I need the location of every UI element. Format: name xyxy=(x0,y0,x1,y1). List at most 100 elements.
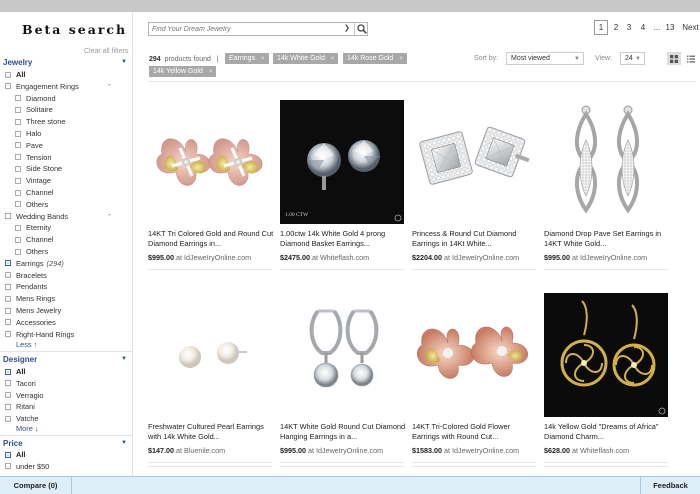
filter-chip-14k-rose-gold[interactable]: 14k Rose Gold × xyxy=(343,53,407,64)
checkbox[interactable] xyxy=(5,272,11,279)
sort-select[interactable]: Most viewed ▼ xyxy=(506,52,584,65)
facet-title-price[interactable]: Price xyxy=(3,439,23,448)
facet-item-all[interactable]: All xyxy=(5,366,25,377)
feedback-button[interactable]: Feedback xyxy=(640,477,700,494)
checkbox[interactable] xyxy=(15,106,21,113)
checkbox[interactable] xyxy=(5,403,11,410)
product-image-pearl-studs[interactable] xyxy=(148,293,272,417)
facet-item-earrings[interactable]: Earrings (294) xyxy=(5,258,64,269)
product-image-hoop-drop-earrings[interactable] xyxy=(280,293,404,417)
clear-all-filters-link[interactable]: Clear all filters xyxy=(84,48,128,55)
remove-icon[interactable]: × xyxy=(261,56,265,62)
filter-chip-earrings[interactable]: Earrings × xyxy=(225,53,269,64)
checkbox[interactable] xyxy=(5,83,11,90)
page-link[interactable]: 4 xyxy=(638,20,648,35)
facet-item-channel[interactable]: Channel xyxy=(15,187,54,198)
checkbox[interactable] xyxy=(5,295,11,302)
checkbox[interactable] xyxy=(15,154,21,161)
facet-item-all[interactable]: All xyxy=(5,449,25,460)
checkbox[interactable] xyxy=(5,213,11,220)
checkbox[interactable] xyxy=(15,142,21,149)
checkbox[interactable] xyxy=(5,283,11,290)
checkbox[interactable] xyxy=(15,95,21,102)
product-title[interactable]: 14KT White Gold Round Cut Diamond Hangin… xyxy=(280,422,406,442)
checkbox[interactable] xyxy=(15,201,21,208)
facet-item-wedding-bands[interactable]: Wedding Bands xyxy=(5,211,68,222)
filter-chip-14k-yellow-gold[interactable]: 14k Yellow Gold × xyxy=(149,66,217,77)
checkbox[interactable] xyxy=(5,380,11,387)
product-card[interactable]: 14KT Tri Colored Gold and Round Cut Diam… xyxy=(148,100,274,270)
facet-item-diamond[interactable]: Diamond xyxy=(15,93,56,104)
checkbox[interactable] xyxy=(15,165,21,172)
product-card[interactable]: Diamond Drop Pave Set Earrings in 14KT W… xyxy=(544,100,670,270)
next-page-link[interactable]: Next xyxy=(681,20,700,35)
product-title[interactable]: 14KT Tri-Colored Gold Flower Earrings wi… xyxy=(412,422,538,442)
product-image-drop-pave-earrings[interactable] xyxy=(544,100,668,224)
page-link[interactable]: ... xyxy=(652,20,662,35)
remove-icon[interactable]: × xyxy=(331,56,335,62)
page-link[interactable]: 1 xyxy=(594,20,608,35)
checkbox[interactable] xyxy=(5,415,11,422)
checkbox[interactable] xyxy=(5,463,11,470)
product-card[interactable]: 14k Yellow Gold "Dreams of Africa" Diamo… xyxy=(544,293,670,463)
checkbox[interactable] xyxy=(5,260,11,267)
facet-title-designer[interactable]: Designer xyxy=(3,355,37,364)
product-image-diamond-studs-black[interactable]: 1.00 CTW xyxy=(280,100,404,224)
checkbox[interactable] xyxy=(15,130,21,137)
facet-item-accessories[interactable]: Accessories xyxy=(5,317,56,328)
checkbox[interactable] xyxy=(5,392,11,399)
checkbox[interactable] xyxy=(15,236,21,243)
product-title[interactable]: Diamond Drop Pave Set Earrings in 14KT W… xyxy=(544,229,670,249)
product-card[interactable]: Princess & Round Cut Diamond Earrings in… xyxy=(412,100,538,270)
product-card[interactable]: 14KT Tri-Colored Gold Flower Earrings wi… xyxy=(412,293,538,463)
facet-item-vintage[interactable]: Vintage xyxy=(15,175,51,186)
more-link[interactable]: More ↓ xyxy=(16,424,39,433)
product-card[interactable]: 14KT White Gold Round Cut Diamond Hangin… xyxy=(280,293,406,463)
product-card[interactable]: 1.00 CTW 1.00ctw 14k White Gold 4 prong D… xyxy=(280,100,406,270)
search-input[interactable] xyxy=(152,24,347,35)
facet-item-all[interactable]: All xyxy=(5,69,25,80)
facet-item-mens-rings[interactable]: Mens Rings xyxy=(5,293,55,304)
product-title[interactable]: Princess & Round Cut Diamond Earrings in… xyxy=(412,229,538,249)
facet-item-pave[interactable]: Pave xyxy=(15,140,43,151)
checkbox[interactable] xyxy=(5,319,11,326)
facet-item-solitaire[interactable]: Solitaire xyxy=(15,104,53,115)
checkbox[interactable] xyxy=(15,224,21,231)
checkbox[interactable] xyxy=(5,307,11,314)
facet-title-jewelry[interactable]: Jewelry xyxy=(3,58,32,67)
product-title[interactable]: Freshwater Cultured Pearl Earrings with … xyxy=(148,422,274,442)
checkbox[interactable] xyxy=(15,177,21,184)
chevron-down-icon[interactable]: ❯ xyxy=(344,24,350,32)
remove-icon[interactable]: × xyxy=(209,69,213,75)
less-link[interactable]: Less ↑ xyxy=(16,340,37,349)
checkbox[interactable] xyxy=(5,71,11,78)
product-card[interactable]: Freshwater Cultured Pearl Earrings with … xyxy=(148,293,274,463)
filter-chip-14k-white-gold[interactable]: 14k White Gold × xyxy=(273,53,339,64)
facet-item-others[interactable]: Others xyxy=(15,199,48,210)
facet-item-others[interactable]: Others xyxy=(15,246,48,257)
facet-item-right-hand-rings[interactable]: Right-Hand Rings xyxy=(5,329,74,340)
compare-button[interactable]: Compare (0) xyxy=(0,477,72,494)
product-title[interactable]: 1.00ctw 14k White Gold 4 prong Diamond B… xyxy=(280,229,406,249)
facet-item-bracelets[interactable]: Bracelets xyxy=(5,270,47,281)
page-link[interactable]: 2 xyxy=(611,20,621,35)
facet-item-engagement-rings[interactable]: Engagement Rings xyxy=(5,81,79,92)
page-link[interactable]: 3 xyxy=(624,20,634,35)
facet-item-tacori[interactable]: Tacori xyxy=(5,378,36,389)
facet-item-tension[interactable]: Tension xyxy=(15,152,51,163)
checkbox[interactable] xyxy=(5,331,11,338)
facet-item-verragio[interactable]: Verragio xyxy=(5,390,44,401)
grid-view-button[interactable] xyxy=(667,52,681,65)
facet-item-pendants[interactable]: Pendants xyxy=(5,281,47,292)
product-title[interactable]: 14KT Tri Colored Gold and Round Cut Diam… xyxy=(148,229,274,249)
facet-item-side-stone[interactable]: Side Stone xyxy=(15,163,62,174)
remove-icon[interactable]: × xyxy=(399,56,403,62)
facet-item-three-stone[interactable]: Three stone xyxy=(15,116,65,127)
product-image-princess-cut-studs[interactable] xyxy=(412,100,536,224)
caret-down-icon[interactable]: ▼ xyxy=(121,356,127,362)
product-image-flower-earrings-rose[interactable] xyxy=(412,293,536,417)
facet-item-vatche[interactable]: Vatche xyxy=(5,413,38,424)
list-view-button[interactable] xyxy=(684,52,698,65)
product-image-flower-earrings-tricolor[interactable] xyxy=(148,100,272,224)
caret-down-icon[interactable]: ▼ xyxy=(121,59,127,65)
